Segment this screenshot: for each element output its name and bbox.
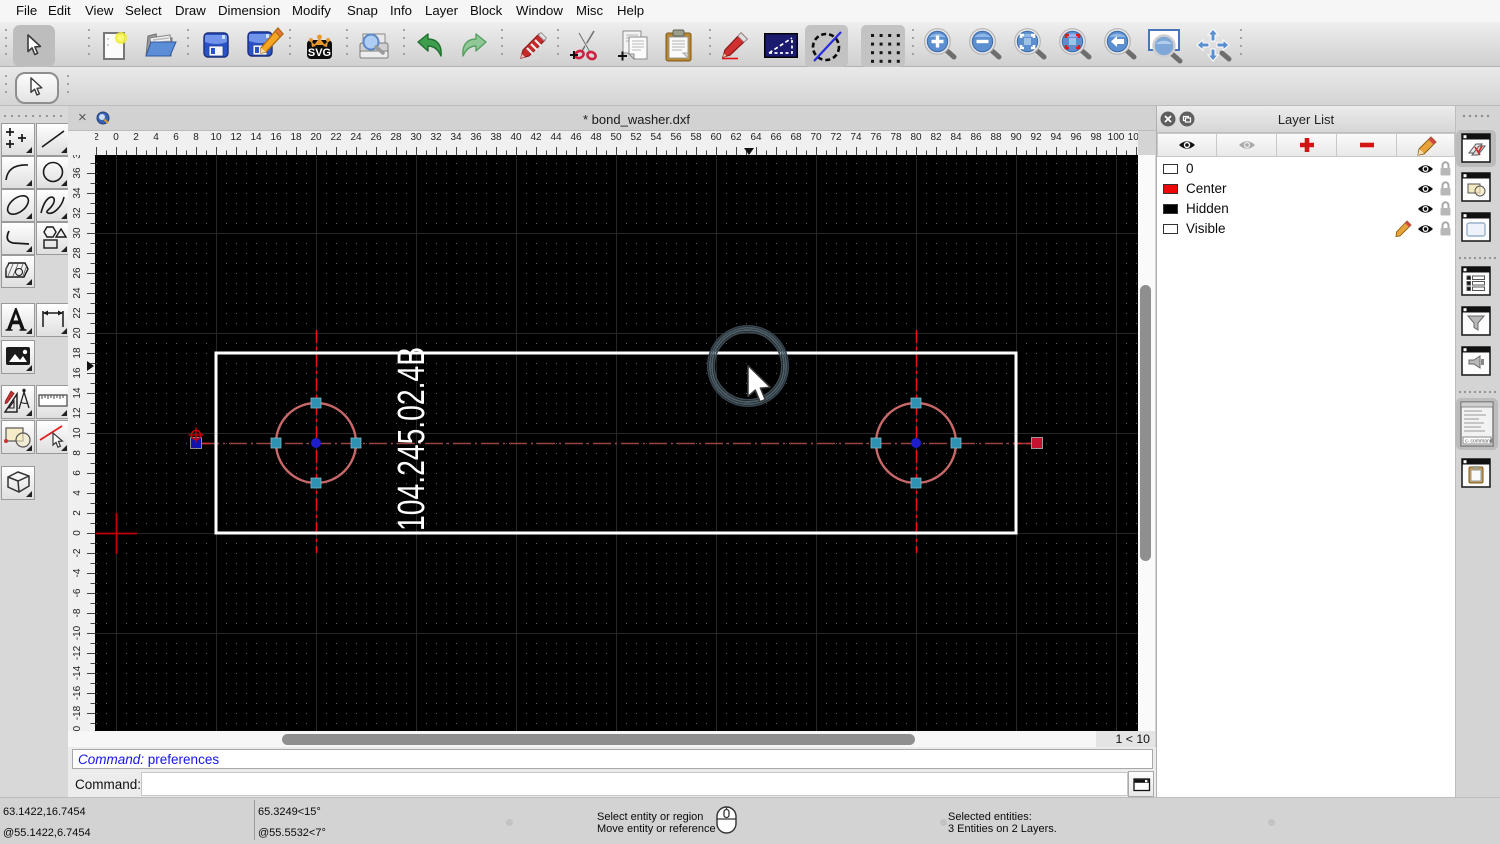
- svg-text:SVG: SVG: [308, 47, 331, 59]
- svg-text:c- command: c- command: [1465, 439, 1493, 445]
- svg-text:104.245.02.4B: 104.245.02.4B: [391, 347, 433, 531]
